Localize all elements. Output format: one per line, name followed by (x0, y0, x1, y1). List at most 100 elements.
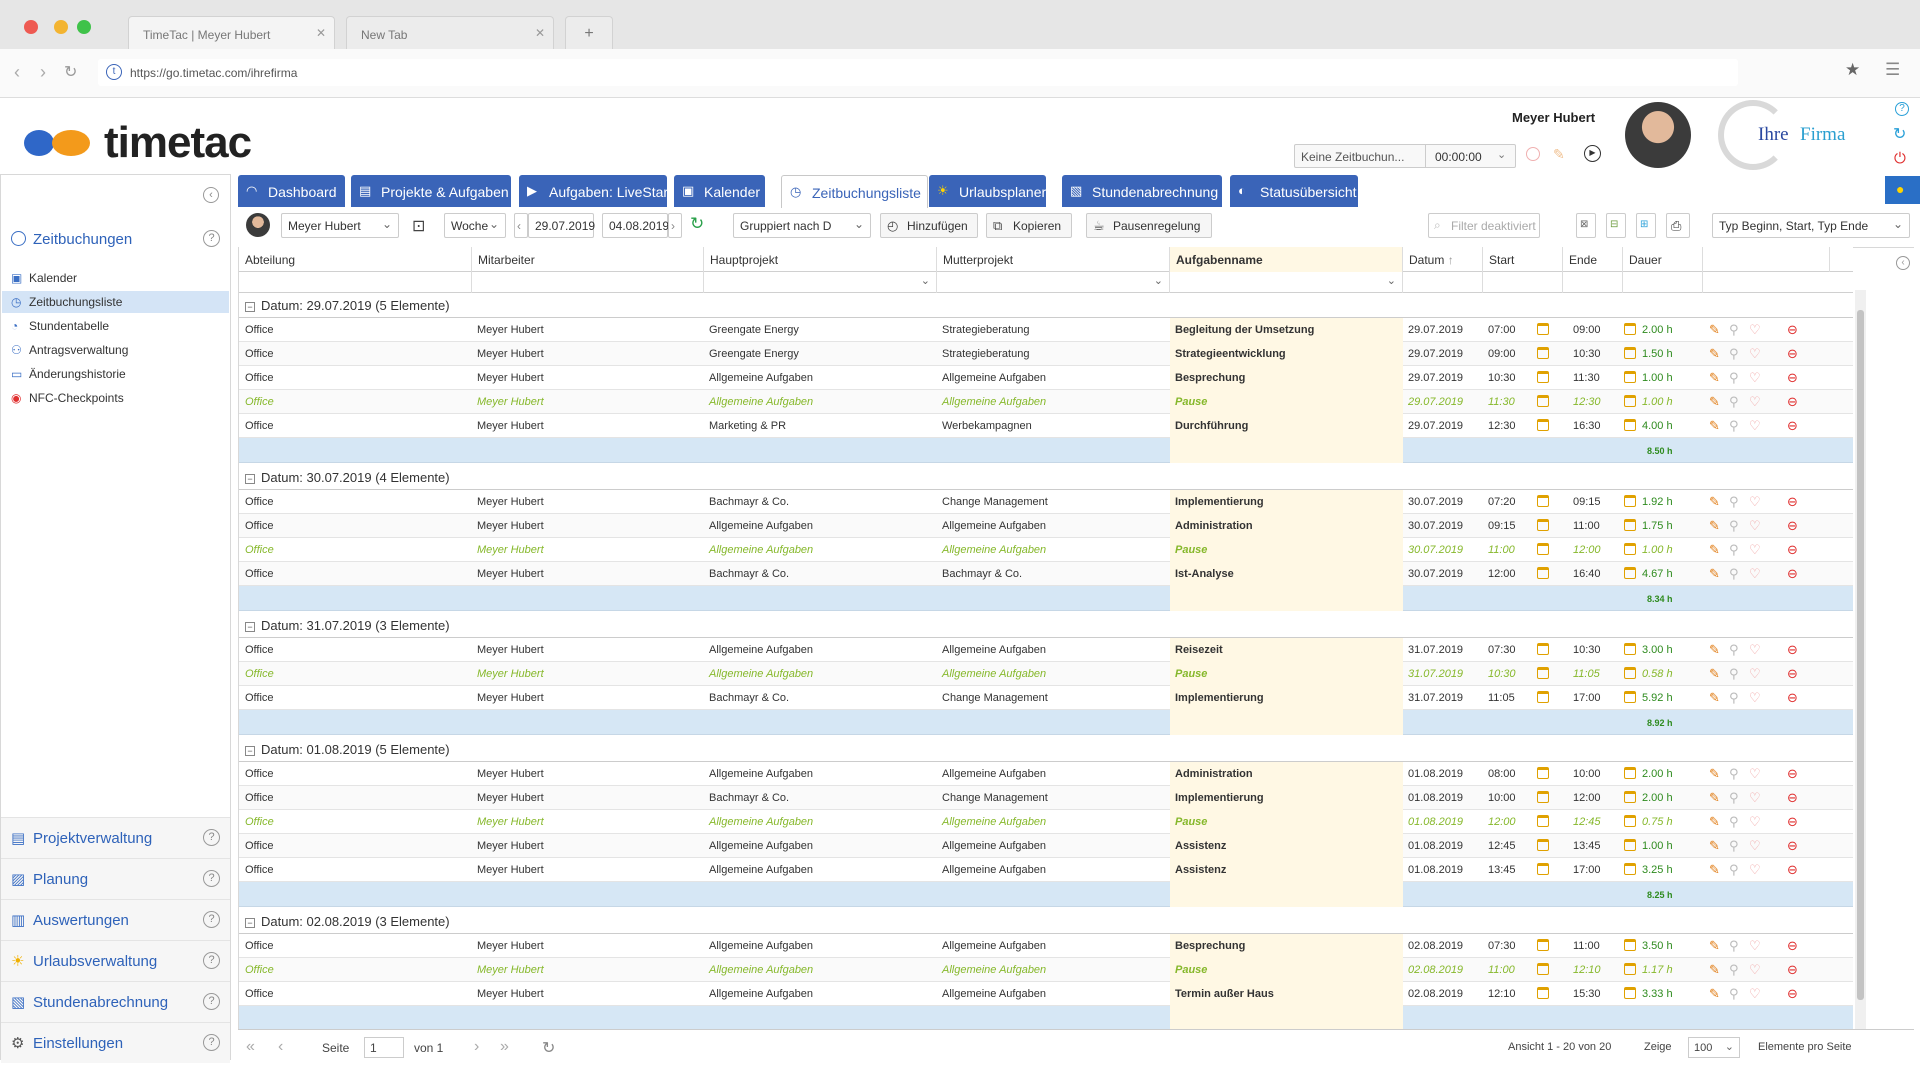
nfc-icon[interactable]: ♡ (1749, 566, 1761, 582)
calendar-icon[interactable] (1537, 691, 1549, 703)
collapse-right-icon[interactable]: ‹ (1896, 256, 1910, 270)
bookmark-star-icon[interactable]: ★ (1845, 60, 1860, 80)
collapse-icon[interactable]: − (245, 302, 255, 312)
scrollbar-thumb[interactable] (1857, 310, 1864, 1000)
tab-statusuebersicht[interactable]: ◐ Statusübersicht (1230, 175, 1358, 207)
group-header[interactable]: − Datum: 30.07.2019 (4 Elemente) (239, 465, 1853, 490)
calendar-icon[interactable] (1624, 939, 1636, 951)
menu-icon[interactable]: ☰ (1885, 60, 1900, 80)
lightbulb-button[interactable]: ● (1885, 176, 1920, 204)
edit-icon[interactable]: ✎ (1709, 938, 1720, 954)
delete-icon[interactable]: ⊖ (1787, 518, 1798, 534)
delete-icon[interactable]: ⊖ (1787, 862, 1798, 878)
vertical-scrollbar[interactable] (1855, 290, 1866, 1030)
employee-select[interactable]: Meyer Hubert ⌄ (281, 213, 399, 238)
location-pin-icon[interactable]: ⚲ (1729, 862, 1739, 878)
edit-icon[interactable]: ✎ (1709, 566, 1720, 582)
calendar-icon[interactable] (1624, 323, 1636, 335)
filter-cell-end[interactable] (1563, 272, 1623, 293)
back-icon[interactable]: ‹ (14, 62, 20, 83)
refresh-icon[interactable]: ↻ (1893, 124, 1906, 144)
sidebar-item-antragsverwaltung[interactable]: ⚇ Antragsverwaltung (11, 343, 128, 357)
location-pin-icon[interactable]: ⚲ (1729, 346, 1739, 362)
nfc-icon[interactable]: ♡ (1749, 642, 1761, 658)
nfc-icon[interactable]: ♡ (1749, 346, 1761, 362)
delete-icon[interactable]: ⊖ (1787, 962, 1798, 978)
column-header-start[interactable]: Start (1483, 247, 1563, 272)
location-pin-icon[interactable]: ⚲ (1729, 370, 1739, 386)
next-page-icon[interactable]: › (474, 1038, 479, 1056)
sidebar-module-auswertungen[interactable]: ▥ Auswertungen? (1, 899, 230, 940)
nfc-icon[interactable]: ♡ (1749, 666, 1761, 682)
calendar-icon[interactable] (1537, 519, 1549, 531)
filter-cell-main-project[interactable]: ⌄ (704, 272, 937, 293)
help-icon[interactable]: ? (203, 870, 220, 887)
group-header[interactable]: − Datum: 01.08.2019 (5 Elemente) (239, 737, 1853, 762)
table-row[interactable]: Office Meyer Hubert Allgemeine Aufgaben All… (239, 390, 1853, 414)
edit-icon[interactable]: ✎ (1709, 986, 1720, 1002)
window-close-button[interactable] (24, 20, 38, 34)
edit-icon[interactable]: ✎ (1709, 838, 1720, 854)
column-header-employee[interactable]: Mitarbeiter (472, 247, 704, 272)
delete-icon[interactable]: ⊖ (1787, 394, 1798, 410)
nfc-icon[interactable]: ♡ (1749, 370, 1761, 386)
sidebar-item-zeitbuchungsliste[interactable]: ◷ Zeitbuchungsliste (11, 295, 122, 309)
filter-cell-duration[interactable] (1623, 272, 1703, 293)
chevron-down-icon[interactable]: ⌄ (1154, 274, 1163, 287)
print-button[interactable]: ⎙ (1666, 213, 1690, 238)
stop-icon[interactable] (1526, 147, 1540, 161)
last-page-icon[interactable]: » (500, 1038, 509, 1056)
calendar-icon[interactable] (1537, 395, 1549, 407)
table-row[interactable]: Office Meyer Hubert Allgemeine Aufgaben All… (239, 834, 1853, 858)
calendar-icon[interactable] (1624, 495, 1636, 507)
sidebar-module-einstellungen[interactable]: ⚙ Einstellungen? (1, 1022, 230, 1063)
table-row[interactable]: Office Meyer Hubert Allgemeine Aufgaben All… (239, 538, 1853, 562)
page-input[interactable]: 1 (364, 1037, 404, 1058)
column-header-date[interactable]: Datum ↑ (1403, 247, 1483, 272)
nfc-icon[interactable]: ♡ (1749, 986, 1761, 1002)
filter-cell-task[interactable]: ⌄ (1170, 272, 1403, 293)
edit-icon[interactable]: ✎ (1553, 146, 1565, 163)
sidebar-item-kalender[interactable]: ▣ Kalender (11, 271, 77, 285)
location-pin-icon[interactable]: ⚲ (1729, 394, 1739, 410)
previous-period-button[interactable]: ‹ (514, 213, 528, 238)
calendar-icon[interactable] (1537, 863, 1549, 875)
new-tab-button[interactable]: + (565, 16, 613, 49)
table-row[interactable]: Office Meyer Hubert Allgemeine Aufgaben All… (239, 662, 1853, 686)
table-row[interactable]: Office Meyer Hubert Greengate Energy Strate… (239, 318, 1853, 342)
delete-icon[interactable]: ⊖ (1787, 838, 1798, 854)
calendar-icon[interactable] (1624, 963, 1636, 975)
help-icon[interactable]: ? (203, 1034, 220, 1051)
collapse-icon[interactable]: − (245, 474, 255, 484)
location-pin-icon[interactable]: ⚲ (1729, 790, 1739, 806)
delete-icon[interactable]: ⊖ (1787, 814, 1798, 830)
edit-icon[interactable]: ✎ (1709, 790, 1720, 806)
nfc-icon[interactable]: ♡ (1749, 322, 1761, 338)
close-icon[interactable]: ✕ (316, 26, 326, 40)
edit-icon[interactable]: ✎ (1709, 862, 1720, 878)
calendar-icon[interactable] (1537, 667, 1549, 679)
help-icon[interactable]: ? (1895, 102, 1909, 116)
tab-stundenabrechnung[interactable]: ▧ Stundenabrechnung (1062, 175, 1222, 207)
help-icon[interactable]: ? (203, 952, 220, 969)
booking-status-select[interactable]: Keine Zeitbuchun... 00:00:00 ⌄ (1294, 144, 1516, 168)
calendar-icon[interactable] (1537, 419, 1549, 431)
export-excel-button[interactable]: ⊠ (1576, 213, 1596, 238)
power-icon[interactable]: ⏻ (1894, 150, 1906, 167)
copy-button[interactable]: ⧉ Kopieren (986, 213, 1072, 238)
refresh-icon[interactable]: ↻ (542, 1038, 555, 1058)
tab-projekte-aufgaben[interactable]: ▤ Projekte & Aufgaben (351, 175, 511, 207)
export-pdf-button[interactable]: ⊞ (1636, 213, 1656, 238)
location-pin-icon[interactable]: ⚲ (1729, 838, 1739, 854)
delete-icon[interactable]: ⊖ (1787, 766, 1798, 782)
location-pin-icon[interactable]: ⚲ (1729, 418, 1739, 434)
location-pin-icon[interactable]: ⚲ (1729, 962, 1739, 978)
table-row[interactable]: Office Meyer Hubert Allgemeine Aufgaben All… (239, 934, 1853, 958)
calendar-icon[interactable] (1537, 791, 1549, 803)
edit-icon[interactable]: ✎ (1709, 642, 1720, 658)
lock-icon[interactable]: ⊡ (412, 216, 425, 236)
calendar-icon[interactable] (1624, 371, 1636, 383)
collapse-icon[interactable]: − (245, 622, 255, 632)
window-minimize-button[interactable] (54, 20, 68, 34)
next-period-button[interactable]: › (668, 213, 682, 238)
